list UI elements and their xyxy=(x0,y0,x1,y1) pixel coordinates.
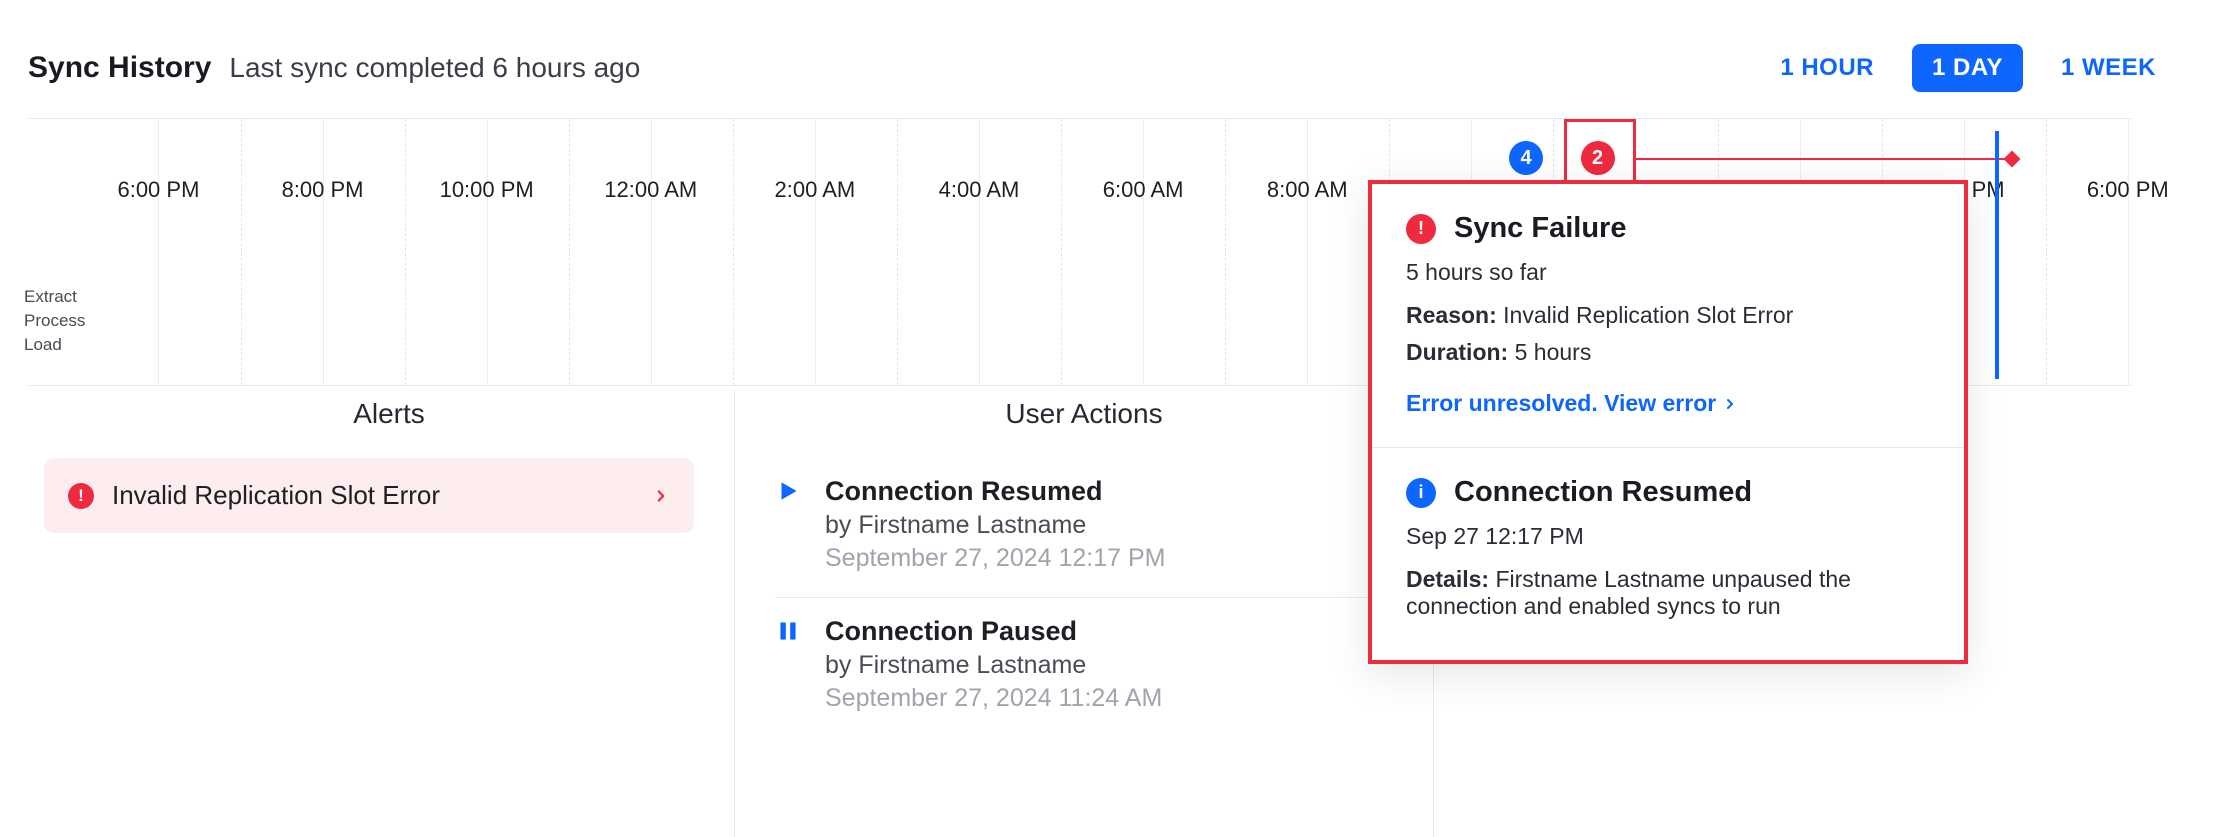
alert-card-left: ! Invalid Replication Slot Error xyxy=(68,480,440,511)
action-date: September 27, 2024 12:17 PM xyxy=(825,544,1393,573)
popover-head: i Connection Resumed xyxy=(1406,476,1930,509)
play-icon xyxy=(775,476,805,573)
action-date: September 27, 2024 11:24 AM xyxy=(825,684,1393,713)
tab-1week[interactable]: 1 WEEK xyxy=(2041,44,2176,92)
time-tick: 2:00 AM xyxy=(775,177,856,203)
details-label: Details: xyxy=(1406,566,1489,592)
tab-1day[interactable]: 1 DAY xyxy=(1912,44,2023,92)
action-item[interactable]: Connection Paused by Firstname Lastname … xyxy=(775,598,1393,737)
popover-title: Connection Resumed xyxy=(1454,476,1752,509)
action-item[interactable]: Connection Resumed by Firstname Lastname… xyxy=(775,458,1393,598)
page-header: Sync History Last sync completed 6 hours… xyxy=(0,0,2232,92)
time-tick: 12:00 AM xyxy=(604,177,697,203)
alerts-column: Alerts ! Invalid Replication Slot Error xyxy=(44,390,734,837)
duration-label: Duration: xyxy=(1406,339,1508,365)
actions-title: User Actions xyxy=(775,398,1393,430)
time-tick: 8:00 AM xyxy=(1267,177,1348,203)
popover-section-resumed: i Connection Resumed Sep 27 12:17 PM Det… xyxy=(1372,447,1964,660)
row-label-extract: Extract xyxy=(24,285,85,309)
popover-head: ! Sync Failure xyxy=(1406,212,1930,245)
page-title: Sync History xyxy=(28,51,211,85)
action-subtitle: by Firstname Lastname xyxy=(825,651,1393,680)
alert-text: Invalid Replication Slot Error xyxy=(112,480,440,511)
event-badge-info[interactable]: 4 xyxy=(1509,141,1543,175)
badge-count: 4 xyxy=(1520,147,1531,170)
error-icon: ! xyxy=(68,483,94,509)
popover-subtitle: Sep 27 12:17 PM xyxy=(1406,523,1930,550)
pause-icon xyxy=(775,616,805,713)
alert-card[interactable]: ! Invalid Replication Slot Error xyxy=(44,458,694,533)
page-subtitle: Last sync completed 6 hours ago xyxy=(229,52,640,84)
action-title: Connection Paused xyxy=(825,616,1393,647)
reason-value: Invalid Replication Slot Error xyxy=(1503,302,1793,328)
time-tick: 6:00 PM xyxy=(117,177,199,203)
row-label-load: Load xyxy=(24,333,85,357)
row-label-process: Process xyxy=(24,309,85,333)
popover-duration-row: Duration: 5 hours xyxy=(1406,339,1930,366)
time-tick: 6:00 PM xyxy=(2087,177,2169,203)
popover-section-failure: ! Sync Failure 5 hours so far Reason: In… xyxy=(1372,184,1964,447)
link-text: Error unresolved. View error xyxy=(1406,390,1716,417)
popover-details-row: Details: Firstname Lastname unpaused the… xyxy=(1406,566,1930,620)
error-icon: ! xyxy=(1406,214,1436,244)
current-time-marker xyxy=(1995,131,1999,379)
view-error-link[interactable]: Error unresolved. View error xyxy=(1406,390,1738,417)
alerts-title: Alerts xyxy=(84,398,694,430)
time-tick: 8:00 PM xyxy=(282,177,364,203)
action-title: Connection Resumed xyxy=(825,476,1393,507)
popover-subtitle: 5 hours so far xyxy=(1406,259,1930,286)
header-left: Sync History Last sync completed 6 hours… xyxy=(28,51,640,85)
time-range-tabs: 1 HOUR 1 DAY 1 WEEK xyxy=(1760,44,2204,92)
callout-line xyxy=(1635,158,2010,160)
action-subtitle: by Firstname Lastname xyxy=(825,511,1393,540)
chevron-right-icon xyxy=(1722,396,1738,412)
chevron-right-icon xyxy=(652,487,670,505)
time-tick: 10:00 PM xyxy=(440,177,534,203)
info-icon: i xyxy=(1406,478,1436,508)
tab-1hour[interactable]: 1 HOUR xyxy=(1760,44,1894,92)
reason-label: Reason: xyxy=(1406,302,1497,328)
event-detail-popover: ! Sync Failure 5 hours so far Reason: In… xyxy=(1368,180,1968,664)
duration-value: 5 hours xyxy=(1515,339,1592,365)
popover-reason-row: Reason: Invalid Replication Slot Error xyxy=(1406,302,1930,329)
time-tick: 4:00 AM xyxy=(939,177,1020,203)
popover-title: Sync Failure xyxy=(1454,212,1626,245)
time-tick: 6:00 AM xyxy=(1103,177,1184,203)
row-labels: Extract Process Load xyxy=(24,285,85,357)
actions-column: User Actions Connection Resumed by First… xyxy=(734,390,1434,837)
